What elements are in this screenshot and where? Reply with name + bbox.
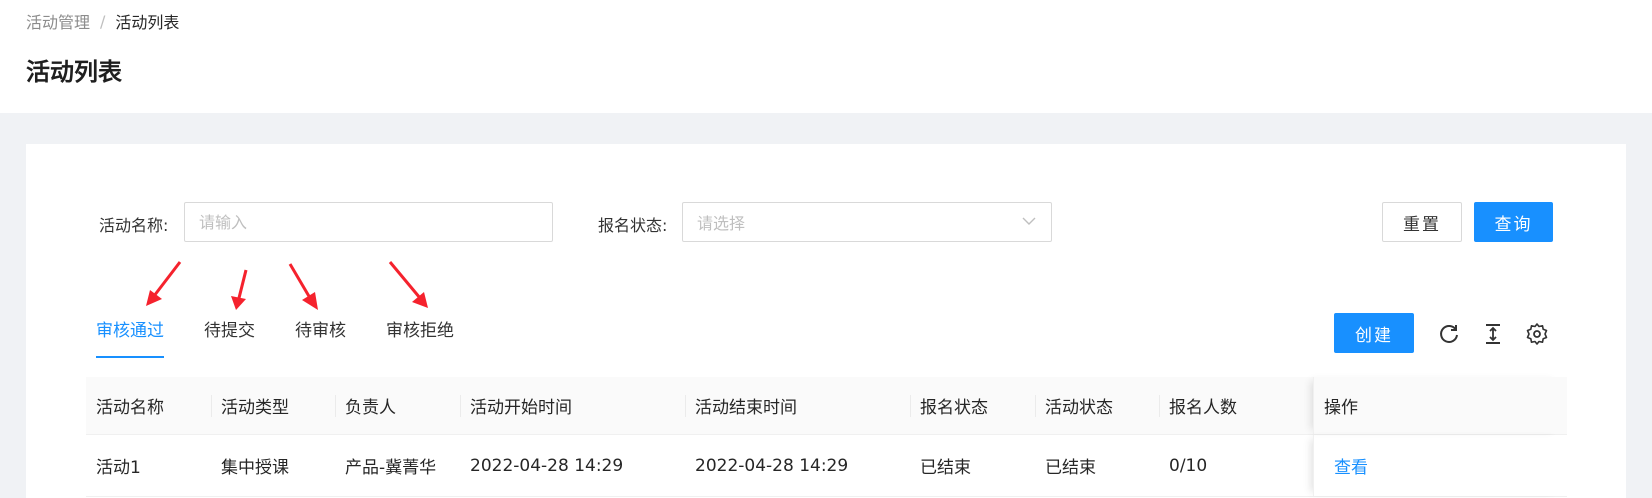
column-header: 负责人 <box>335 377 460 434</box>
activity-name-input[interactable] <box>184 202 553 242</box>
column-header: 活动名称 <box>96 398 164 418</box>
column-header: 报名人数 <box>1159 377 1313 434</box>
view-link[interactable]: 查看 <box>1324 453 1368 478</box>
table-cell: 已结束 <box>920 458 971 478</box>
breadcrumb: 活动管理 / 活动列表 <box>26 9 179 33</box>
column-header: 活动开始时间 <box>460 377 685 434</box>
tab-pending-submit[interactable]: 待提交 <box>204 316 255 358</box>
reset-button[interactable]: 重置 <box>1382 202 1462 242</box>
table-header: 活动名称 活动类型 负责人 活动开始时间 活动结束时间 报名状态 活动状态 报名… <box>86 377 1567 435</box>
table-cell: 产品-冀菁华 <box>345 458 437 478</box>
activity-name-label: 活动名称: <box>99 216 169 235</box>
table-cell: 0/10 <box>1169 455 1208 476</box>
column-header: 活动状态 <box>1035 377 1159 434</box>
breadcrumb-separator: / <box>100 11 106 31</box>
table-cell: 2022-04-28 14:29 <box>470 455 624 476</box>
column-height-icon[interactable] <box>1481 322 1505 346</box>
table-row: 活动1 集中授课 产品-冀菁华 2022-04-28 14:29 2022-04… <box>86 435 1567 497</box>
column-header: 活动类型 <box>211 377 335 434</box>
annotation-arrow-icon <box>231 269 248 310</box>
column-header: 报名状态 <box>910 377 1035 434</box>
table-cell: 集中授课 <box>221 458 289 478</box>
settings-icon[interactable] <box>1525 322 1549 346</box>
activity-table: 活动名称 活动类型 负责人 活动开始时间 活动结束时间 报名状态 活动状态 报名… <box>86 377 1567 497</box>
chevron-down-icon <box>1022 217 1036 225</box>
table-cell: 已结束 <box>1045 458 1096 478</box>
signup-status-select[interactable]: 请选择 <box>682 202 1052 242</box>
table-cell: 2022-04-28 14:29 <box>695 455 849 476</box>
column-header: 活动结束时间 <box>685 377 910 434</box>
status-tabs: 审核通过 待提交 待审核 审核拒绝 <box>96 316 494 358</box>
breadcrumb-current: 活动列表 <box>115 13 180 32</box>
signup-status-label: 报名状态: <box>598 216 668 235</box>
signup-status-placeholder: 请选择 <box>697 214 746 233</box>
table-cell-actions: 查看 <box>1313 435 1562 496</box>
annotation-arrow-icon <box>288 263 318 310</box>
annotation-arrow-icon <box>388 261 428 308</box>
tab-rejected[interactable]: 审核拒绝 <box>386 316 454 358</box>
table-cell: 活动1 <box>96 458 141 478</box>
page-header: 活动管理 / 活动列表 活动列表 <box>0 0 1652 113</box>
create-button[interactable]: 创建 <box>1334 313 1414 353</box>
tab-pending-review[interactable]: 待审核 <box>295 316 346 358</box>
page-title: 活动列表 <box>26 58 122 86</box>
query-button[interactable]: 查询 <box>1474 202 1553 242</box>
breadcrumb-parent[interactable]: 活动管理 <box>26 9 90 33</box>
column-header: 操作 <box>1313 377 1562 434</box>
refresh-icon[interactable] <box>1437 322 1461 346</box>
annotation-arrow-icon <box>146 261 182 306</box>
tab-approved[interactable]: 审核通过 <box>96 316 164 358</box>
